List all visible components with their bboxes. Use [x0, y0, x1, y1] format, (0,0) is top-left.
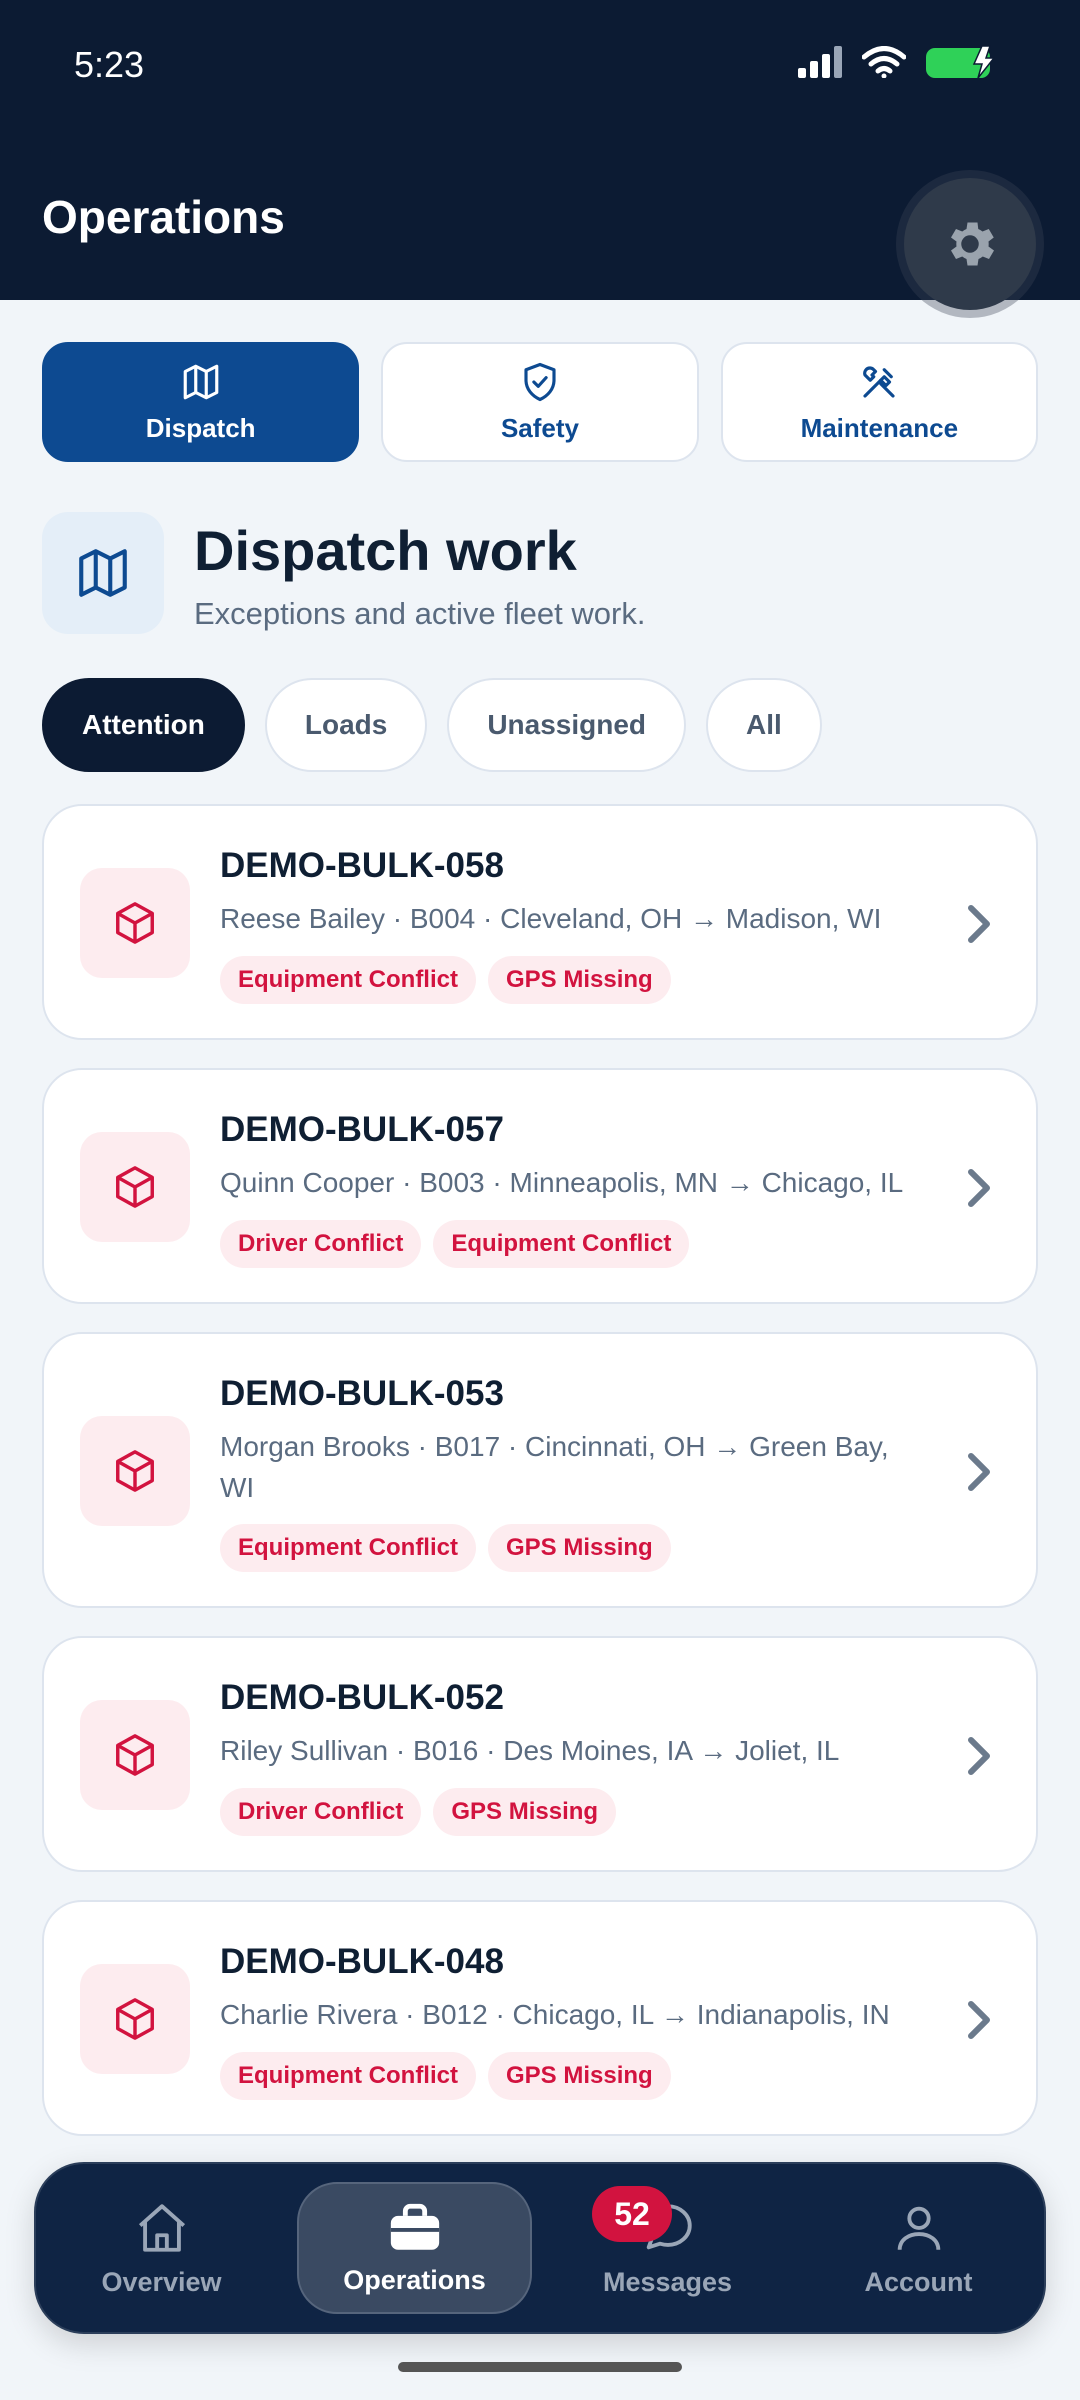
- signal-icon: [798, 46, 842, 78]
- load-tags: Equipment Conflict GPS Missing: [220, 956, 671, 1004]
- tab-operations[interactable]: Operations: [297, 2182, 532, 2314]
- load-meta: Quinn Cooper · B003 · Minneapolis, MN → …: [220, 1167, 904, 1198]
- load-meta: Reese Bailey · B004 · Cleveland, OH → Ma…: [220, 903, 882, 934]
- chevron-right-icon: [968, 1169, 990, 1207]
- load-id: DEMO-BULK-048: [220, 1942, 504, 1981]
- conflict-tag: Equipment Conflict: [433, 1220, 690, 1268]
- load-id: DEMO-BULK-052: [220, 1678, 504, 1717]
- load-card[interactable]: DEMO-BULK-048 Charlie Rivera · B012 · Ch…: [42, 1900, 1038, 2136]
- conflict-tag: GPS Missing: [487, 956, 671, 1004]
- filter-attention[interactable]: Attention: [42, 678, 245, 772]
- load-card[interactable]: DEMO-BULK-052 Riley Sullivan · B016 · De…: [42, 1636, 1038, 1872]
- bottom-tab-bar: Overview Operations Messages 52 Account: [34, 2162, 1046, 2334]
- load-list[interactable]: DEMO-BULK-058 Reese Bailey · B004 · Clev…: [42, 804, 1038, 2136]
- page-title: Operations: [42, 191, 285, 243]
- tab-messages-label: Messages: [602, 2266, 733, 2297]
- tab-safety[interactable]: Safety: [381, 342, 699, 462]
- status-time: 5:23: [74, 44, 145, 85]
- tab-overview-label: Overview: [101, 2266, 222, 2297]
- tab-safety-label: Safety: [500, 412, 580, 443]
- home-indicator[interactable]: [398, 2362, 682, 2372]
- user-icon: [897, 2206, 940, 2250]
- load-tags: Equipment Conflict GPS Missing: [220, 2052, 671, 2100]
- package-icon-tile: [80, 868, 190, 978]
- chevron-right-icon: [968, 1453, 990, 1491]
- load-card[interactable]: DEMO-BULK-057 Quinn Cooper · B003 · Minn…: [42, 1068, 1038, 1304]
- package-icon: [116, 1734, 154, 1776]
- chevron-right-icon: [968, 905, 990, 943]
- module-switcher: Dispatch Safety Maintenance: [42, 342, 1038, 462]
- map-icon: [183, 364, 218, 399]
- conflict-tag: Driver Conflict: [220, 1220, 422, 1268]
- conflict-tag: GPS Missing: [433, 1788, 617, 1836]
- tab-account-label: Account: [864, 2266, 973, 2297]
- package-icon: [116, 1166, 154, 1208]
- load-tags: Driver Conflict Equipment Conflict: [220, 1220, 690, 1268]
- filter-unassigned[interactable]: Unassigned: [447, 678, 687, 772]
- filter-chips: Attention Loads Unassigned All: [42, 678, 822, 772]
- tab-overview[interactable]: Overview: [46, 2182, 277, 2314]
- section-subtitle: Exceptions and active fleet work.: [194, 596, 646, 631]
- package-icon-tile: [80, 1416, 190, 1526]
- chevron-right-icon: [968, 2001, 990, 2039]
- gear-icon: [951, 222, 994, 266]
- conflict-tag: Equipment Conflict: [220, 1524, 476, 1572]
- load-card[interactable]: DEMO-BULK-058 Reese Bailey · B004 · Clev…: [42, 804, 1038, 1040]
- package-icon-tile: [80, 1964, 190, 2074]
- shield-check-icon: [524, 362, 556, 401]
- unread-badge: 52: [592, 2186, 672, 2242]
- load-id: DEMO-BULK-053: [220, 1374, 504, 1413]
- package-icon-tile: [80, 1132, 190, 1242]
- package-icon: [116, 902, 154, 944]
- load-id: DEMO-BULK-058: [220, 846, 504, 885]
- package-icon: [116, 1450, 154, 1492]
- load-meta: Charlie Rivera · B012 · Chicago, IL → In…: [220, 1999, 890, 2030]
- map-icon: [79, 549, 127, 597]
- filter-loads[interactable]: Loads: [264, 678, 428, 772]
- tab-account[interactable]: Account: [803, 2182, 1034, 2314]
- tab-dispatch[interactable]: Dispatch: [42, 342, 360, 462]
- home-icon: [138, 2203, 185, 2252]
- conflict-tag: Driver Conflict: [220, 1788, 422, 1836]
- load-meta: Riley Sullivan · B016 · Des Moines, IA →…: [220, 1735, 840, 1766]
- battery-charging-icon: [926, 45, 996, 79]
- load-tags: Equipment Conflict GPS Missing: [220, 1524, 671, 1572]
- chevron-right-icon: [968, 1737, 990, 1775]
- tab-operations-label: Operations: [343, 2264, 486, 2295]
- section-icon-tile: [42, 512, 164, 634]
- package-icon: [116, 1998, 154, 2040]
- conflict-tag: GPS Missing: [487, 1524, 671, 1572]
- status-icons: [798, 44, 1006, 80]
- conflict-tag: GPS Missing: [487, 2052, 671, 2100]
- load-tags: Driver Conflict GPS Missing: [220, 1788, 617, 1836]
- load-card[interactable]: DEMO-BULK-053 Morgan Brooks · B017 · Cin…: [42, 1332, 1038, 1608]
- wifi-icon: [862, 46, 906, 78]
- tab-maintenance-label: Maintenance: [800, 412, 959, 443]
- filter-all[interactable]: All: [706, 678, 822, 772]
- conflict-tag: Equipment Conflict: [220, 956, 476, 1004]
- settings-button[interactable]: [904, 178, 1036, 310]
- conflict-tag: Equipment Conflict: [220, 2052, 476, 2100]
- tools-icon: [863, 365, 895, 398]
- tab-messages[interactable]: Messages 52: [552, 2182, 783, 2314]
- briefcase-icon: [390, 2203, 439, 2250]
- tab-maintenance[interactable]: Maintenance: [720, 342, 1038, 462]
- load-id: DEMO-BULK-057: [220, 1110, 504, 1149]
- load-meta: Morgan Brooks · B017 · Cincinnati, OH → …: [220, 1431, 889, 1503]
- package-icon-tile: [80, 1700, 190, 1810]
- section-title: Dispatch work: [194, 519, 577, 582]
- tab-dispatch-label: Dispatch: [145, 412, 256, 443]
